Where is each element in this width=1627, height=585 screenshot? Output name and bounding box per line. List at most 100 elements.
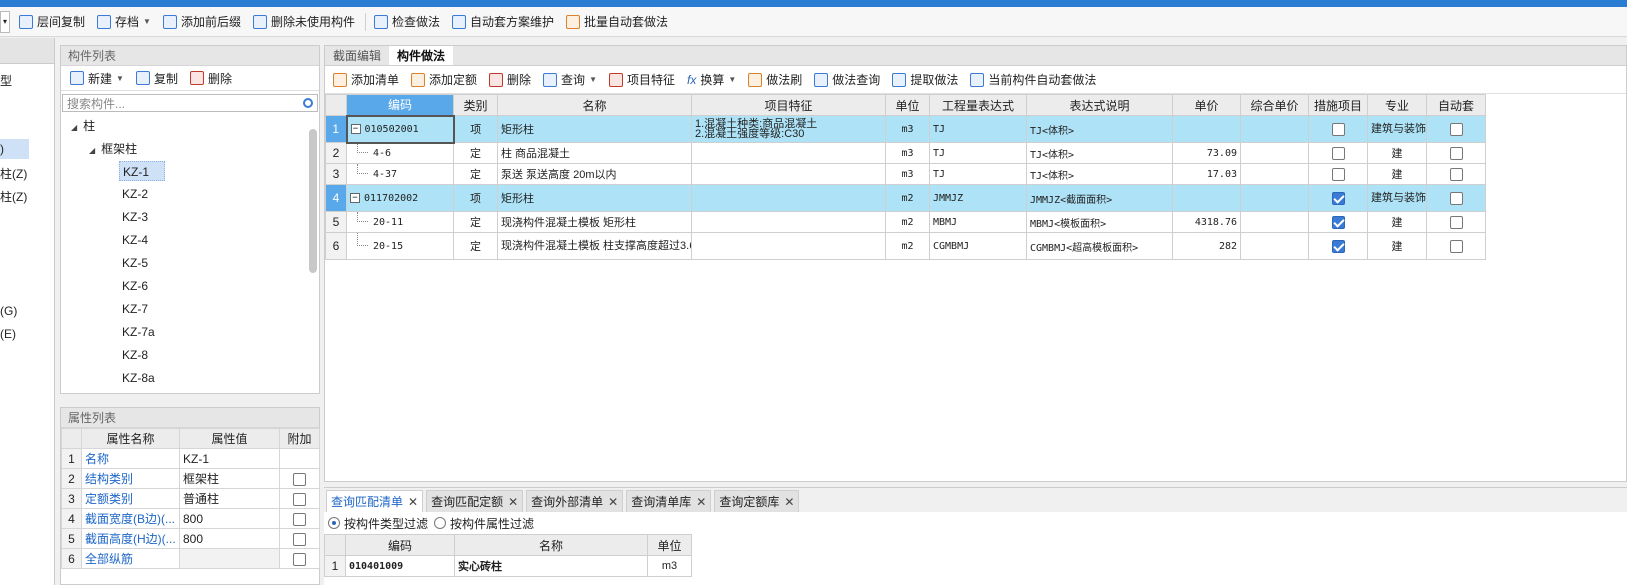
measure-checkbox[interactable] <box>1331 167 1345 181</box>
property-value[interactable] <box>179 548 280 569</box>
measure-checkbox[interactable] <box>1331 215 1345 229</box>
left-pane-item[interactable]: ) <box>0 142 4 156</box>
close-icon[interactable]: ✕ <box>508 495 518 509</box>
close-icon[interactable]: ✕ <box>408 495 418 509</box>
tab-match-quota[interactable]: 查询匹配定额 ✕ <box>426 490 524 512</box>
collapse-minus-icon[interactable]: − <box>350 192 360 203</box>
delete-button[interactable]: 删除 <box>484 68 538 92</box>
grid-row[interactable]: 2 4-6 定 柱 商品混凝土 m3 TJ TJ<体积> 73.09 建 <box>325 142 1486 164</box>
header-unit[interactable]: 单位 <box>885 94 930 116</box>
code-cell[interactable]: 20-15 <box>346 232 454 260</box>
auto-scheme-button[interactable]: 自动套方案维护 <box>447 10 561 34</box>
extra-checkbox[interactable] <box>293 552 306 566</box>
header-total[interactable]: 综合单价 <box>1240 94 1309 116</box>
collapse-triangle-icon[interactable]: ◢ <box>71 123 77 132</box>
header-type[interactable]: 类别 <box>453 94 498 116</box>
tab-list-library[interactable]: 查询清单库 ✕ <box>626 490 712 512</box>
tree-item-kz-1[interactable]: KZ-1 <box>119 161 165 181</box>
measure-checkbox[interactable] <box>1331 122 1345 136</box>
grid-row[interactable]: 4 −011702002 项 矩形柱 m2 JMMJZ JMMJZ<截面面积> … <box>325 184 1486 212</box>
header-auto[interactable]: 自动套 <box>1426 94 1486 116</box>
header-measure[interactable]: 措施项目 <box>1308 94 1368 116</box>
tree-item-kz-7[interactable]: KZ-7 <box>119 299 165 319</box>
left-pane-item[interactable]: 柱(Z) <box>0 165 27 182</box>
property-row[interactable]: 4 截面宽度(B边)(... 800 <box>61 508 320 529</box>
close-icon[interactable]: ✕ <box>608 495 618 509</box>
code-cell[interactable]: 4-37 <box>346 163 454 185</box>
extra-checkbox[interactable] <box>293 472 306 486</box>
code-cell[interactable]: −011702002 <box>346 184 454 212</box>
auto-checkbox[interactable] <box>1449 191 1463 205</box>
measure-checkbox[interactable] <box>1331 191 1345 205</box>
measure-checkbox[interactable] <box>1331 146 1345 160</box>
property-value[interactable]: 800 <box>179 508 280 529</box>
filter-by-attr-radio[interactable] <box>434 517 447 529</box>
tab-quota-library[interactable]: 查询定额库 ✕ <box>714 490 800 512</box>
batch-auto-button[interactable]: 批量自动套做法 <box>561 10 675 34</box>
tab-match-list[interactable]: 查询匹配清单 ✕ <box>326 490 424 512</box>
property-value[interactable]: 普通柱 <box>179 488 280 509</box>
grid-row[interactable]: 1 −010502001 项 矩形柱 1.混凝土种类:商品混凝土 2.混凝土强度… <box>325 114 1486 144</box>
query-button[interactable]: 查询 ▼ <box>538 68 604 92</box>
extract-button[interactable]: 提取做法 <box>887 68 965 92</box>
delete-component-button[interactable]: 删除 <box>185 66 239 90</box>
property-row[interactable]: 1 名称 KZ-1 <box>61 448 320 469</box>
filter-by-type-radio[interactable] <box>328 517 340 529</box>
tree-item-kz-3[interactable]: KZ-3 <box>119 207 165 227</box>
header-major[interactable]: 专业 <box>1367 94 1427 116</box>
property-value[interactable]: 800 <box>179 528 280 549</box>
tree-node-column[interactable]: ◢ 柱 <box>71 117 95 134</box>
left-pane-item[interactable]: (E) <box>0 327 16 341</box>
auto-checkbox[interactable] <box>1449 215 1463 229</box>
brush-button[interactable]: 做法刷 <box>743 68 809 92</box>
add-quota-button[interactable]: 添加定额 <box>406 68 484 92</box>
header-name[interactable]: 名称 <box>497 94 692 116</box>
left-pane-item[interactable]: 柱(Z) <box>0 188 27 205</box>
check-method-button[interactable]: 检查做法 <box>369 10 447 34</box>
dropdown-stub[interactable]: ▾ <box>0 10 10 33</box>
left-pane-item[interactable]: 型 <box>0 72 12 89</box>
left-pane-item[interactable]: (G) <box>0 304 17 318</box>
tree-item-kz-8a[interactable]: KZ-8a <box>119 368 165 388</box>
tab-component-method[interactable]: 构件做法 <box>389 46 454 65</box>
tree-node-frame-column[interactable]: ◢ 框架柱 <box>89 140 137 157</box>
code-cell[interactable]: 4-6 <box>346 142 454 164</box>
property-row[interactable]: 2 结构类别 框架柱 <box>61 468 320 489</box>
component-search-input[interactable]: 搜索构件... <box>62 94 318 112</box>
property-value[interactable]: KZ-1 <box>179 448 280 469</box>
search-icon[interactable] <box>303 98 313 108</box>
tree-item-kz-5[interactable]: KZ-5 <box>119 253 165 273</box>
extra-checkbox[interactable] <box>293 492 306 506</box>
feature-button[interactable]: 项目特征 <box>604 68 682 92</box>
property-value[interactable]: 框架柱 <box>179 468 280 489</box>
grid-row[interactable]: 6 20-15 定 现浇构件混凝土模板 柱支撑高度超过3.6m每增加1m m2 … <box>325 232 1486 260</box>
copy-component-button[interactable]: 复制 <box>131 66 185 90</box>
auto-checkbox[interactable] <box>1449 239 1463 253</box>
tree-scrollbar[interactable] <box>309 129 317 273</box>
tree-item-kz-4[interactable]: KZ-4 <box>119 230 165 250</box>
close-icon[interactable]: ✕ <box>696 495 706 509</box>
grid-row[interactable]: 3 4-37 定 泵送 泵送高度 20m以内 m3 TJ TJ<体积> 17.0… <box>325 163 1486 185</box>
close-icon[interactable]: ✕ <box>784 495 794 509</box>
code-cell[interactable]: −010502001 <box>345 114 455 144</box>
header-desc[interactable]: 表达式说明 <box>1026 94 1173 116</box>
header-feature[interactable]: 项目特征 <box>691 94 886 116</box>
code-cell[interactable]: 20-11 <box>346 211 454 233</box>
auto-checkbox[interactable] <box>1449 122 1463 136</box>
tree-item-kz-7a[interactable]: KZ-7a <box>119 322 165 342</box>
property-row[interactable]: 3 定额类别 普通柱 <box>61 488 320 509</box>
tree-item-kz-6[interactable]: KZ-6 <box>119 276 165 296</box>
auto-checkbox[interactable] <box>1449 146 1463 160</box>
method-query-button[interactable]: 做法查询 <box>809 68 887 92</box>
convert-button[interactable]: fx 换算 ▼ <box>682 68 743 92</box>
tree-item-kz-8[interactable]: KZ-8 <box>119 345 165 365</box>
new-component-button[interactable]: 新建 ▼ <box>65 66 131 90</box>
measure-checkbox[interactable] <box>1331 239 1345 253</box>
property-row[interactable]: 5 截面高度(H边)(... 800 <box>61 528 320 549</box>
auto-checkbox[interactable] <box>1449 167 1463 181</box>
tree-item-kz-2[interactable]: KZ-2 <box>119 184 165 204</box>
add-prefix-button[interactable]: 添加前后缀 <box>158 10 248 34</box>
header-price[interactable]: 单价 <box>1172 94 1241 116</box>
copy-layers-button[interactable]: 层间复制 <box>14 10 92 34</box>
auto-apply-button[interactable]: 当前构件自动套做法 <box>965 68 1103 92</box>
